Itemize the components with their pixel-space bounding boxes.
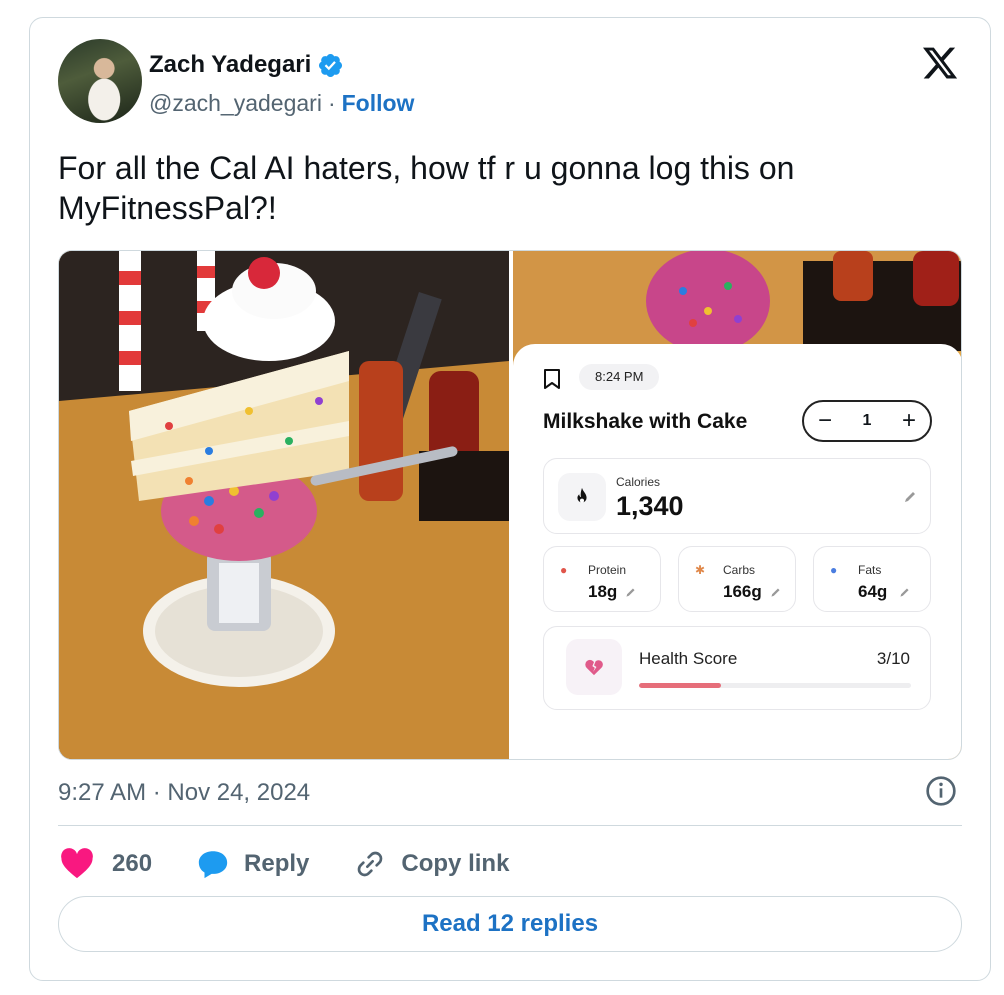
link-icon [358,851,383,877]
milkshake-photo[interactable] [59,251,509,759]
drumstick-icon: ● [560,563,568,577]
follow-button[interactable]: Follow [342,90,415,117]
edit-pencil-icon[interactable] [624,586,637,599]
quantity-value: 1 [862,412,872,429]
calories-box: Calories 1,340 [543,458,931,534]
read-replies-button[interactable]: Read 12 replies [58,896,962,952]
action-bar: 260 Reply Copy link [60,848,553,880]
droplet-icon: ● [830,563,838,577]
macro-label: Protein [588,563,627,577]
edit-pencil-icon[interactable] [898,586,911,599]
nutrition-card: 8:24 PM Milkshake with Cake − 1 + Calori… [513,344,961,759]
macro-label: Carbs [723,563,756,577]
separator-dot: · [327,90,336,116]
like-count: 260 [112,850,153,877]
media-grid[interactable]: 8:24 PM Milkshake with Cake − 1 + Calori… [58,250,962,760]
author-handle[interactable]: @zach_yadegari [149,90,322,117]
macro-label: Fats [858,563,882,577]
author-name[interactable]: Zach Yadegari [149,51,311,79]
macro-protein: ● Protein 18g [543,546,661,612]
meal-time-badge: 8:24 PM [579,364,660,390]
food-name: Milkshake with Cake [543,410,748,433]
edit-pencil-icon[interactable] [902,489,918,505]
info-icon[interactable] [925,775,957,807]
app-screenshot-background [513,251,961,353]
plus-icon[interactable]: + [902,409,916,433]
wheat-icon: ✱ [695,563,706,577]
minus-icon[interactable]: − [818,409,832,433]
copy-link-label: Copy link [401,850,510,877]
flame-icon [558,473,606,521]
health-score-box: Health Score 3/10 [543,626,931,710]
macro-value: 64g [858,582,888,601]
copy-link-button[interactable]: Copy link [353,848,509,880]
divider [58,825,962,826]
calories-label: Calories [616,475,661,489]
tweet-text: For all the Cal AI haters, how tf r u go… [58,150,795,226]
macro-value: 18g [588,582,618,601]
x-logo-icon[interactable] [920,44,960,82]
edit-pencil-icon[interactable] [769,586,782,599]
quantity-stepper[interactable]: − 1 + [802,400,932,442]
reply-label: Reply [244,850,310,877]
calories-value: 1,340 [616,491,684,521]
macro-carbs: ✱ Carbs 166g [678,546,796,612]
tweet-card: Zach Yadegari @zach_yadegari · Follow Fo… [29,17,991,981]
health-score-label: Health Score [639,649,738,668]
heart-icon [61,848,93,879]
handle-row: @zach_yadegari · Follow [149,90,414,117]
like-button[interactable]: 260 [60,848,152,880]
macro-fats: ● Fats 64g [813,546,931,612]
tweet-timestamp[interactable]: 9:27 AM · Nov 24, 2024 [58,779,310,807]
health-score-bar [639,683,911,688]
milkshake-photo-illustration [59,251,509,759]
health-score-value: 3/10 [876,649,910,668]
reply-button[interactable]: Reply [196,848,309,880]
reply-bubble-icon [198,851,228,879]
author-name-row: Zach Yadegari [149,51,344,79]
verified-badge-icon [319,53,343,77]
bookmark-icon[interactable] [543,368,561,390]
health-score-bar-fill [639,683,721,688]
broken-heart-icon [566,639,622,695]
macro-value: 166g [723,582,762,601]
avatar[interactable] [58,39,142,123]
